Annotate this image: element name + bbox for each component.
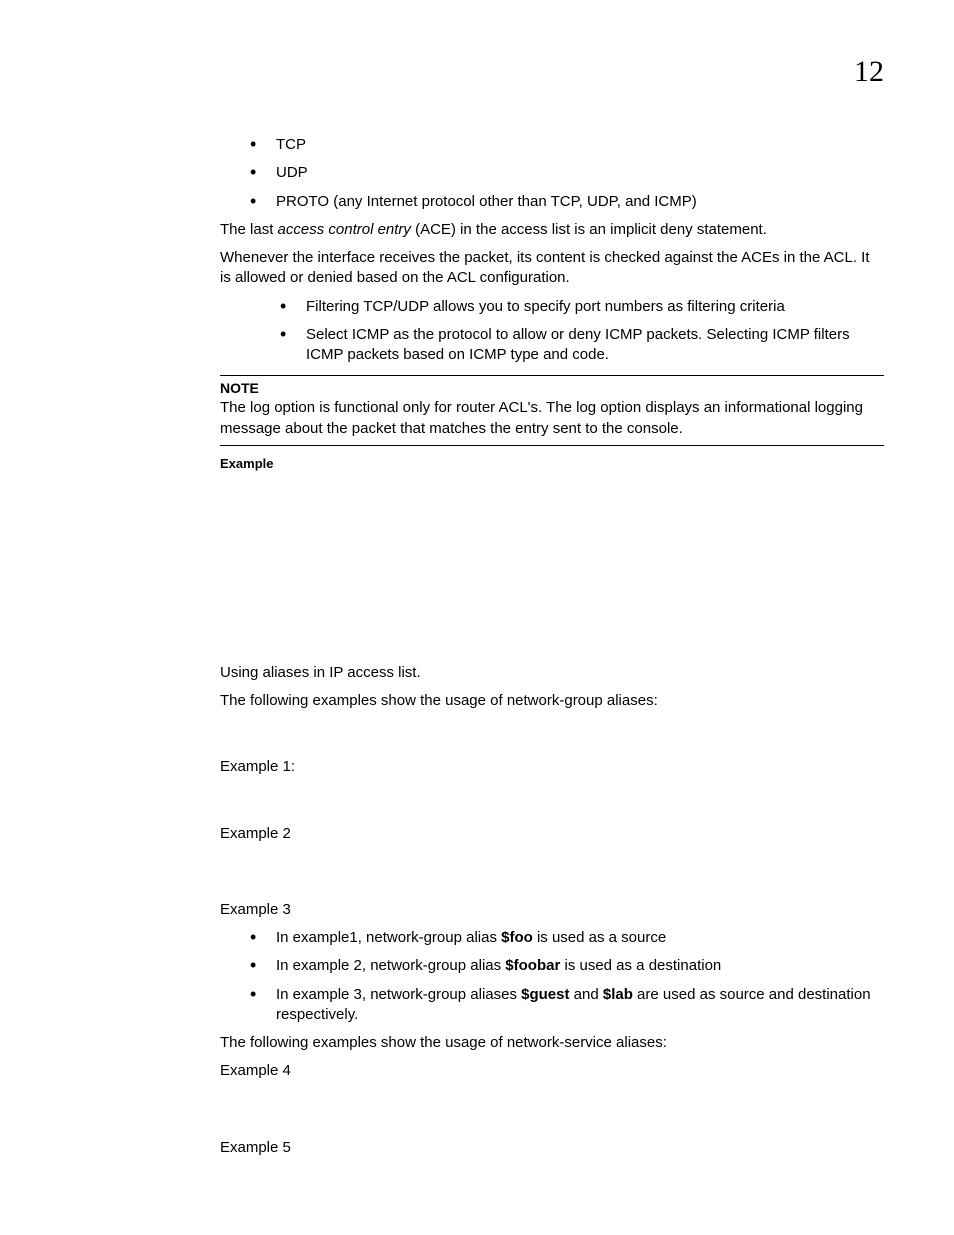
example-5-label: Example 5 bbox=[220, 1138, 884, 1158]
text: is used as a destination bbox=[560, 957, 721, 974]
note-text: The log option is functional only for ro… bbox=[220, 398, 884, 439]
list-item: In example 3, network-group aliases $gue… bbox=[250, 985, 884, 1026]
paragraph-ace: The last access control entry (ACE) in t… bbox=[220, 220, 884, 240]
list-item: UDP bbox=[250, 163, 884, 183]
example-3-label: Example 3 bbox=[220, 900, 884, 920]
spacer bbox=[220, 852, 884, 892]
example-heading: Example bbox=[220, 456, 884, 471]
spacer bbox=[220, 1090, 884, 1130]
text: In example 3, network-group aliases bbox=[276, 986, 521, 1003]
list-item: PROTO (any Internet protocol other than … bbox=[250, 192, 884, 212]
list-item: TCP bbox=[250, 135, 884, 155]
bold-text: $guest bbox=[521, 986, 569, 1003]
bold-text: $foobar bbox=[505, 957, 560, 974]
spacer bbox=[220, 719, 884, 749]
filter-list: Filtering TCP/UDP allows you to specify … bbox=[220, 297, 884, 366]
text: In example 2, network-group alias bbox=[276, 957, 505, 974]
document-page: 12 TCP UDP PROTO (any Internet protocol … bbox=[0, 0, 954, 1206]
list-item: Filtering TCP/UDP allows you to specify … bbox=[280, 297, 884, 317]
alias-description: The following examples show the usage of… bbox=[220, 691, 884, 711]
alias-examples-list: In example1, network-group alias $foo is… bbox=[220, 928, 884, 1025]
bold-text: $foo bbox=[501, 929, 533, 946]
spacer bbox=[220, 475, 884, 655]
example-4-label: Example 4 bbox=[220, 1061, 884, 1081]
text: and bbox=[570, 986, 603, 1003]
bold-text: $lab bbox=[603, 986, 633, 1003]
list-item: In example1, network-group alias $foo is… bbox=[250, 928, 884, 948]
protocol-list: TCP UDP PROTO (any Internet protocol oth… bbox=[220, 135, 884, 212]
paragraph-acl: Whenever the interface receives the pack… bbox=[220, 248, 884, 289]
page-number: 12 bbox=[854, 55, 884, 89]
text: In example1, network-group alias bbox=[276, 929, 501, 946]
example-2-label: Example 2 bbox=[220, 824, 884, 844]
note-block: NOTE The log option is functional only f… bbox=[220, 375, 884, 446]
text: (ACE) in the access list is an implicit … bbox=[411, 221, 767, 238]
note-label: NOTE bbox=[220, 380, 884, 396]
italic-text: access control entry bbox=[278, 221, 411, 238]
alias-intro: Using aliases in IP access list. bbox=[220, 663, 884, 683]
list-item: Select ICMP as the protocol to allow or … bbox=[280, 325, 884, 366]
text: The last bbox=[220, 221, 278, 238]
service-description: The following examples show the usage of… bbox=[220, 1033, 884, 1053]
spacer bbox=[220, 786, 884, 816]
list-item: In example 2, network-group alias $fooba… bbox=[250, 956, 884, 976]
example-1-label: Example 1: bbox=[220, 757, 884, 777]
content-body: TCP UDP PROTO (any Internet protocol oth… bbox=[220, 135, 884, 1158]
text: is used as a source bbox=[533, 929, 666, 946]
